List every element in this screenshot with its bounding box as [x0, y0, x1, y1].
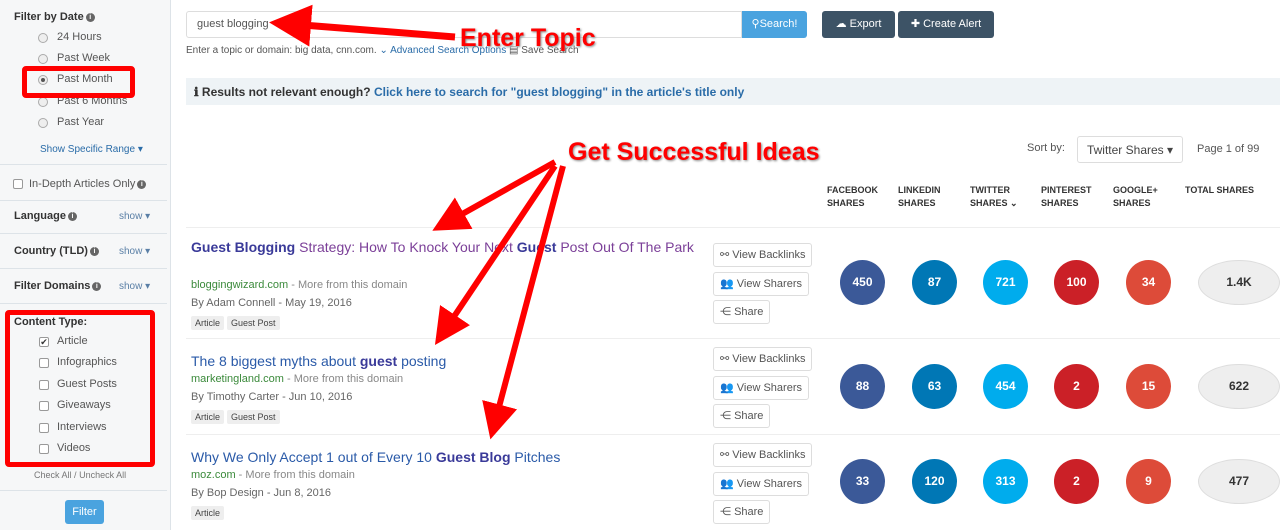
annotation-enter-topic: Enter Topic: [460, 24, 596, 52]
annotation-arrows: [269, 4, 566, 440]
arrow-to-search: [269, 4, 456, 47]
annotation-ideas: Get Successful Ideas: [568, 138, 820, 166]
